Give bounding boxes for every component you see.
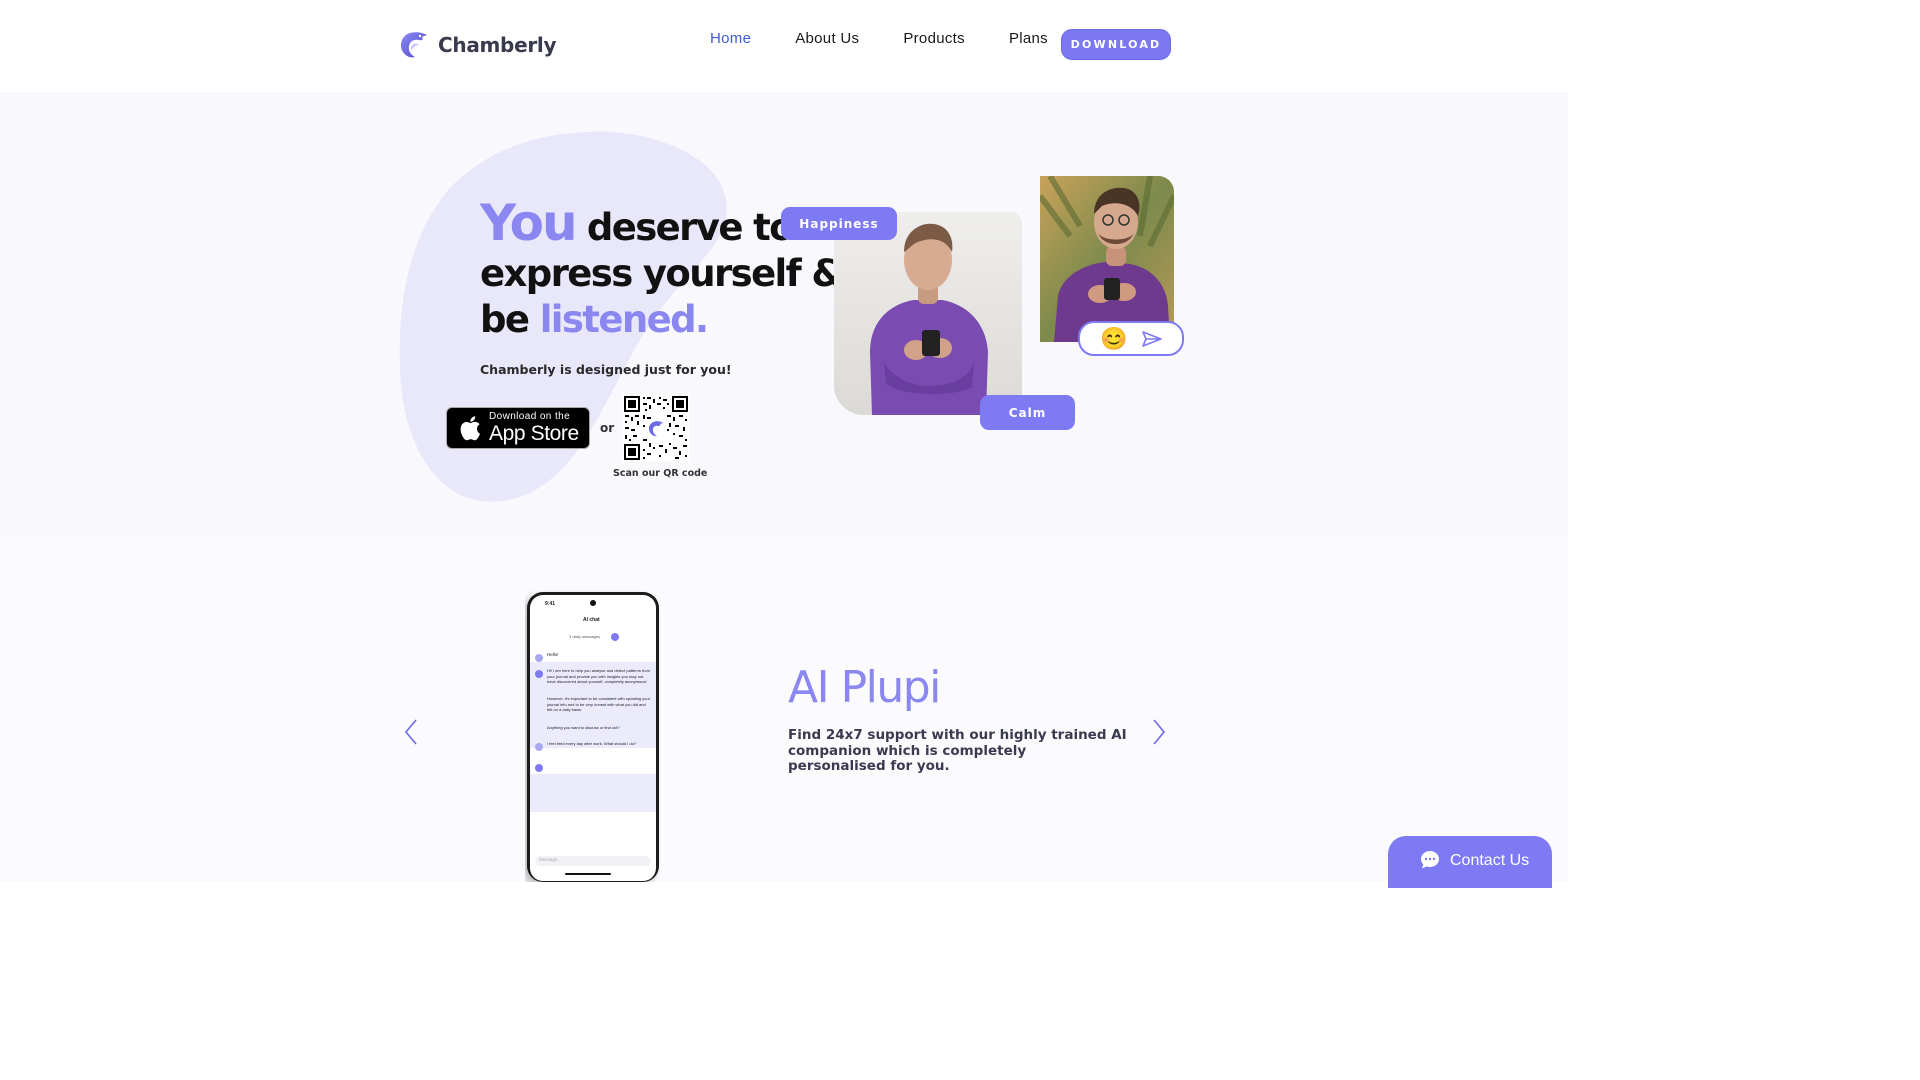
download-button[interactable]: DOWNLOAD (1061, 29, 1171, 60)
carousel-next-arrow-icon[interactable] (1150, 718, 1168, 746)
apple-icon (460, 416, 480, 441)
brand-name: Chamberly (438, 33, 557, 57)
chat-bubble-icon (1421, 851, 1439, 869)
qr-caption: Scan our QR code (613, 468, 708, 479)
appstore-small-text: Download on the (489, 411, 571, 422)
woman-photo (834, 212, 1022, 415)
man-photo (1040, 176, 1174, 342)
happiness-tag: Happiness (781, 207, 897, 240)
headline-line1: deserve to (586, 206, 795, 249)
phone-msg2: Hi! I am here to help you analyse and de… (547, 668, 650, 684)
phone-msg3: However, it's important to be consistent… (547, 696, 651, 712)
headline-line3-accent: listened. (539, 298, 709, 341)
phone-msg1: Hello! (547, 652, 559, 657)
brand-logo[interactable]: Chamberly (398, 29, 557, 61)
headline-line3-start: be (480, 298, 530, 341)
phone-time: 9:41 (545, 601, 556, 607)
app-store-badge[interactable]: Download on the App Store (446, 407, 590, 449)
contact-us-button[interactable]: Contact Us (1388, 836, 1552, 888)
nav-item-plans[interactable]: Plans (987, 30, 1070, 47)
contact-us-label: Contact Us (1450, 852, 1530, 869)
qr-code[interactable] (623, 395, 689, 461)
phone-mockup: 9:41 AI chat 3 daily messages Hello! Hi!… (525, 590, 661, 882)
carousel-prev-arrow-icon[interactable] (402, 718, 420, 746)
appstore-big-text: App Store (489, 422, 579, 445)
feature-title: AI Plupi (788, 662, 941, 713)
send-icon (1142, 330, 1163, 347)
phone-msg4: Anything you want to discuss or find out… (547, 725, 620, 730)
phone-input-placeholder: Message... (539, 857, 562, 862)
phone-daily: 3 daily messages (569, 634, 600, 639)
nav-item-about-us[interactable]: About Us (773, 30, 881, 47)
calm-tag: Calm (980, 395, 1075, 430)
hero-section: You deserve to express yourself & be lis… (0, 92, 1568, 542)
site-header: Chamberly Home About Us Products Plans D… (0, 0, 1568, 92)
headline-line2: express yourself & (480, 252, 844, 295)
phone-msg5: I feel tired every day after work. What … (547, 741, 637, 746)
nav-item-home[interactable]: Home (688, 30, 773, 47)
feature-description: Find 24x7 support with our highly traine… (788, 727, 1127, 774)
dolphin-logo-icon (401, 32, 427, 58)
smiley-emoji-icon: 😊 (1100, 325, 1128, 351)
chat-input-mock: 😊 (1078, 321, 1184, 356)
main-nav: Home About Us Products Plans (688, 30, 1070, 47)
hero-subtitle: Chamberly is designed just for you! (480, 362, 732, 377)
headline-you: You (480, 194, 578, 252)
or-separator: or (600, 421, 615, 435)
nav-item-products[interactable]: Products (881, 30, 987, 47)
phone-header: AI chat (583, 617, 600, 623)
feature-section: 9:41 AI chat 3 daily messages Hello! Hi!… (0, 542, 1568, 882)
